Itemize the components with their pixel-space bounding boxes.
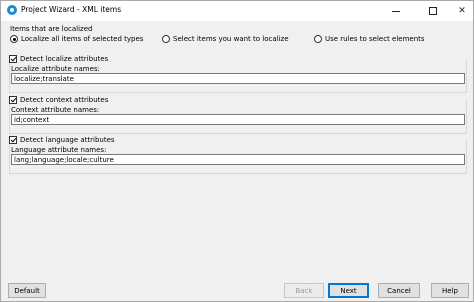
minimize-button[interactable] (382, 1, 410, 21)
radio-select-items[interactable]: Select items you want to localize (162, 35, 289, 43)
section-language-attributes: Detect language attributes Language attr… (9, 135, 467, 174)
radio-label: Use rules to select elements (325, 35, 425, 43)
maximize-button[interactable] (419, 1, 447, 21)
window-title: Project Wizard - XML items (21, 5, 122, 14)
detect-language-checkbox-row[interactable]: Detect language attributes (9, 136, 118, 144)
next-button[interactable]: Next (328, 283, 369, 298)
app-icon (7, 5, 17, 15)
radio-localize-all[interactable]: Localize all items of selected types (10, 35, 143, 43)
checkbox-label: Detect language attributes (20, 136, 115, 144)
section-context-attributes: Detect context attributes Context attrib… (9, 95, 467, 134)
close-button[interactable]: ✕ (448, 1, 474, 21)
project-wizard-window: Project Wizard - XML items ✕ Items that … (0, 0, 474, 302)
help-button[interactable]: Help (431, 283, 469, 298)
language-attribute-names-input[interactable] (11, 154, 465, 165)
detect-localize-checkbox-row[interactable]: Detect localize attributes (9, 55, 112, 63)
wizard-content: Items that are localized Localize all it… (1, 21, 473, 283)
title-bar: Project Wizard - XML items ✕ (1, 1, 473, 21)
checkbox-label: Detect localize attributes (20, 55, 109, 63)
field-label: Localize attribute names: (11, 65, 100, 73)
field-label: Context attribute names: (11, 106, 100, 114)
radio-label: Localize all items of selected types (21, 35, 144, 43)
cancel-button[interactable]: Cancel (378, 283, 420, 298)
minimize-icon (392, 10, 400, 12)
radio-button[interactable] (314, 35, 322, 43)
detect-localize-checkbox[interactable] (9, 55, 17, 63)
section-localize-attributes: Detect localize attributes Localize attr… (9, 54, 467, 93)
detect-language-checkbox[interactable] (9, 136, 17, 144)
detect-context-checkbox[interactable] (9, 96, 17, 104)
detect-context-checkbox-row[interactable]: Detect context attributes (9, 96, 112, 104)
radio-button[interactable] (10, 35, 18, 43)
default-button[interactable]: Default (8, 283, 46, 298)
button-bar: Default Back Next Cancel Help (1, 283, 473, 301)
localize-attribute-names-input[interactable] (11, 73, 465, 84)
close-icon: ✕ (458, 6, 466, 16)
radio-label: Select items you want to localize (173, 35, 289, 43)
context-attribute-names-input[interactable] (11, 114, 465, 125)
localize-group-label: Items that are localized (10, 25, 93, 33)
radio-use-rules[interactable]: Use rules to select elements (314, 35, 425, 43)
field-label: Language attribute names: (11, 146, 107, 154)
radio-button[interactable] (162, 35, 170, 43)
back-button[interactable]: Back (284, 283, 324, 298)
checkbox-label: Detect context attributes (20, 96, 109, 104)
maximize-icon (429, 7, 437, 15)
